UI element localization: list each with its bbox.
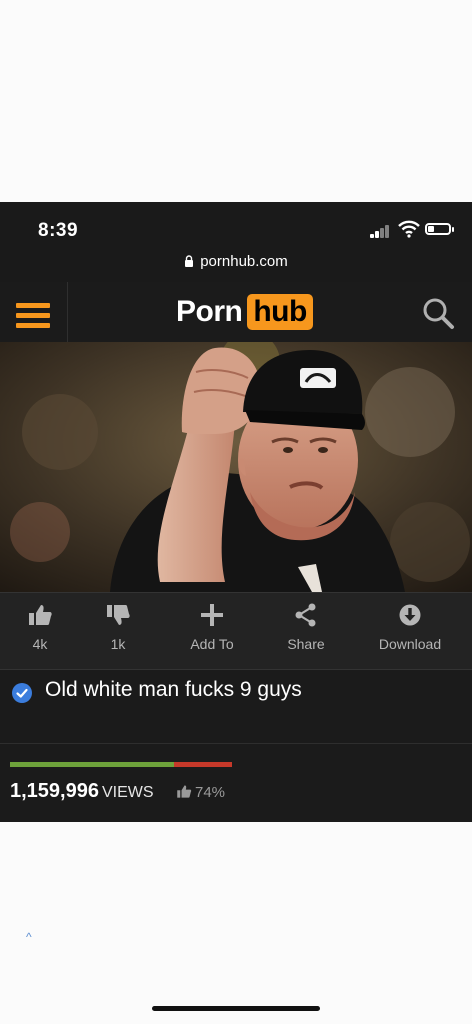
lock-icon [185, 255, 194, 267]
thumbs-up-icon [29, 605, 52, 625]
caret-up-icon: ^ [26, 930, 32, 944]
share-button[interactable]: Share [266, 603, 346, 652]
logo-text-left: Porn [176, 295, 243, 328]
share-label: Share [287, 636, 325, 652]
home-indicator[interactable] [152, 1006, 320, 1011]
download-label: Download [378, 636, 442, 652]
download-icon [399, 604, 421, 626]
site-logo[interactable]: Porn hub [176, 294, 313, 330]
signal-icon [370, 224, 394, 238]
wifi-icon [398, 220, 420, 238]
views-counter: 1,159,996 VIEWS [10, 780, 154, 803]
url-text: pornhub.com [200, 253, 288, 270]
phone-screenshot: 8:39 pornhub.com Porn hub 4k 1k Add To S… [0, 202, 472, 822]
thumbs-up-icon [177, 785, 192, 798]
plus-icon [201, 604, 223, 626]
bottom-white-margin: ^ [0, 822, 472, 1024]
add-to-label: Add To [190, 636, 234, 652]
video-stats: 1,159,996 VIEWS 74% [0, 744, 472, 822]
battery-icon [425, 223, 454, 235]
video-title[interactable]: Old white man fucks 9 guys [45, 678, 302, 702]
views-count: 1,159,996 [10, 780, 99, 802]
logo-text-right: hub [247, 294, 313, 330]
video-title-row: Old white man fucks 9 guys [0, 670, 472, 744]
url-bar[interactable]: pornhub.com [0, 246, 472, 282]
rating-percent: 74% [176, 784, 225, 801]
like-count: 4k [32, 636, 48, 652]
video-action-bar: 4k 1k Add To Share Download [0, 592, 472, 670]
top-white-margin [0, 0, 472, 202]
rating-bar-positive [10, 762, 175, 767]
video-player[interactable] [0, 342, 472, 592]
site-header: Porn hub [0, 282, 472, 342]
thumbs-down-icon [107, 605, 130, 625]
share-icon [295, 603, 316, 627]
rating-bar [10, 762, 232, 767]
add-to-button[interactable]: Add To [172, 603, 252, 652]
menu-icon[interactable] [0, 282, 68, 342]
video-thumbnail [0, 342, 472, 592]
views-label: VIEWS [101, 784, 154, 801]
like-button[interactable]: 4k [0, 603, 80, 652]
verified-check-icon [12, 683, 32, 703]
search-icon[interactable] [421, 296, 457, 332]
dislike-count: 1k [110, 636, 126, 652]
rating-percent-value: 74% [195, 784, 226, 801]
download-button[interactable]: Download [362, 603, 458, 652]
dislike-button[interactable]: 1k [78, 603, 158, 652]
status-time: 8:39 [38, 220, 79, 241]
status-bar: 8:39 [0, 202, 472, 250]
